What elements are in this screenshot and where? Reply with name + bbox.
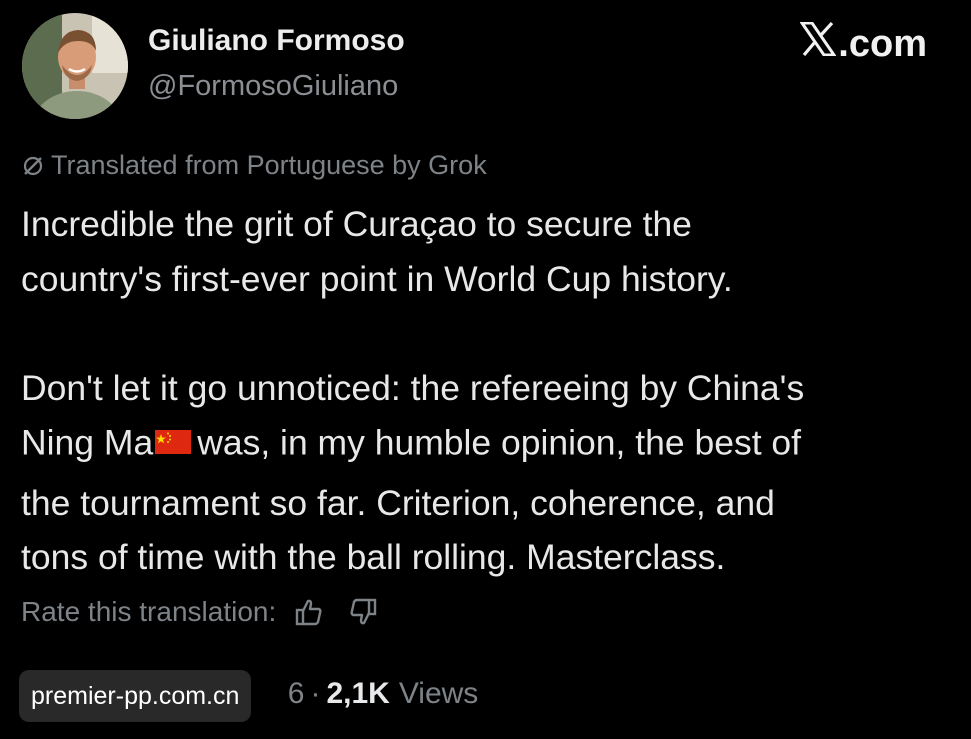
partial-date[interactable]: 6 bbox=[288, 677, 305, 711]
author-display-name[interactable]: Giuliano Formoso bbox=[148, 24, 405, 58]
tweet-line: Incredible the grit of Curaçao to secure… bbox=[21, 204, 692, 244]
thumbs-up-icon[interactable] bbox=[294, 597, 324, 627]
author-handle[interactable]: @FormosoGiuliano bbox=[148, 70, 398, 103]
china-flag-icon bbox=[155, 415, 192, 470]
rate-translation: Rate this translation: bbox=[21, 596, 378, 628]
grok-icon bbox=[21, 154, 45, 178]
tweet-line: country's first-ever point in World Cup … bbox=[21, 258, 733, 299]
thumbs-down-icon[interactable] bbox=[348, 597, 378, 627]
tweet-line-remainder: was, in my humble opinion, the best of bbox=[197, 422, 802, 463]
views-count[interactable]: 2,1K bbox=[326, 677, 389, 711]
x-logo-icon bbox=[799, 21, 838, 66]
translation-notice: Translated from Portuguese by Grok bbox=[21, 150, 487, 181]
tweet-line-with-flag: Ning Ma was, in my humble opinion, the be… bbox=[21, 415, 951, 476]
x-com-brand: .com bbox=[799, 21, 927, 66]
avatar-photo bbox=[22, 13, 128, 119]
avatar[interactable] bbox=[22, 13, 128, 119]
referee-name: Ning Ma bbox=[21, 422, 154, 463]
tweet-line: Don't let it go unnoticed: the refereein… bbox=[21, 367, 805, 408]
brand-domain-label: .com bbox=[838, 22, 927, 65]
tweet-line: the tournament so far. Criterion, cohere… bbox=[21, 482, 775, 523]
rate-translation-label: Rate this translation: bbox=[21, 596, 277, 627]
translation-notice-text: Translated from Portuguese by Grok bbox=[51, 150, 487, 180]
watermark: premier-pp.com.cn bbox=[19, 670, 252, 722]
meta-separator: · bbox=[310, 677, 321, 710]
tweet-line: tons of time with the ball rolling. Mast… bbox=[21, 537, 726, 577]
tweet-text: Incredible the grit of Curaçao to secure… bbox=[21, 197, 951, 585]
views-label: Views bbox=[398, 677, 479, 710]
